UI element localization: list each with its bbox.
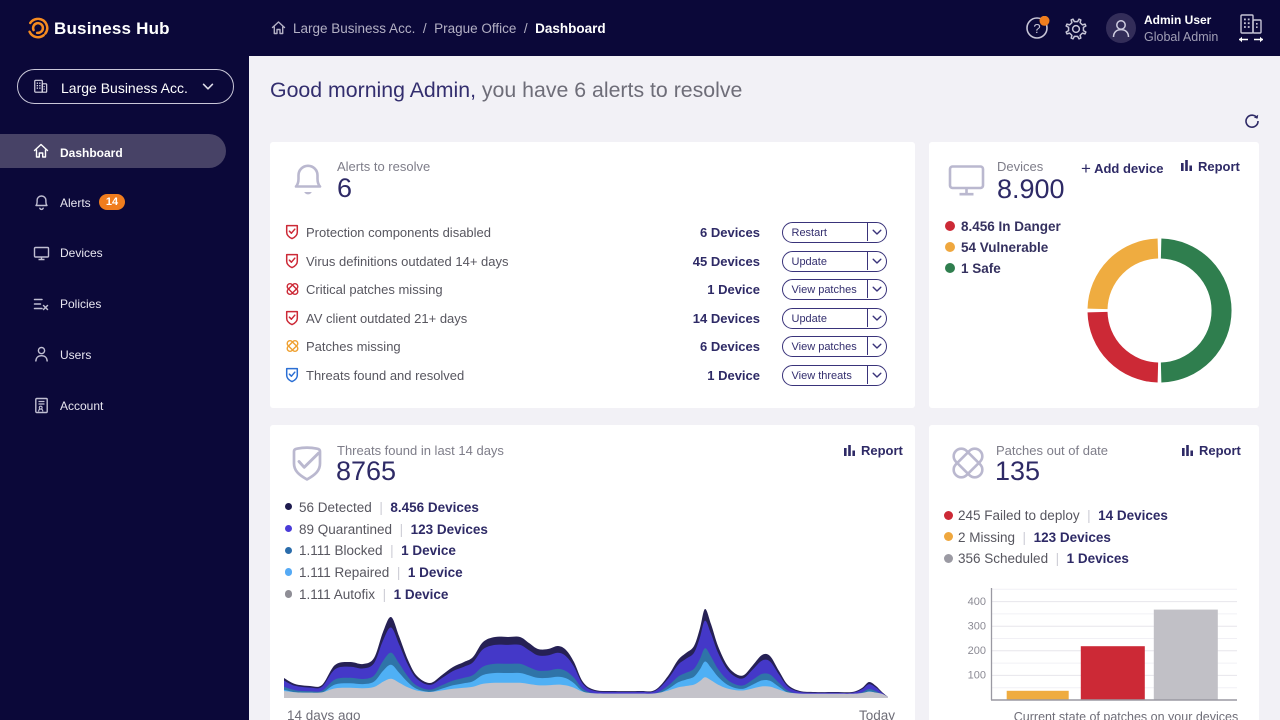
svg-text:?: ? [1033, 21, 1040, 36]
svg-text:300: 300 [968, 621, 986, 633]
svg-text:100: 100 [968, 670, 986, 682]
svg-text:400: 400 [968, 596, 986, 608]
svg-text:200: 200 [968, 645, 986, 657]
